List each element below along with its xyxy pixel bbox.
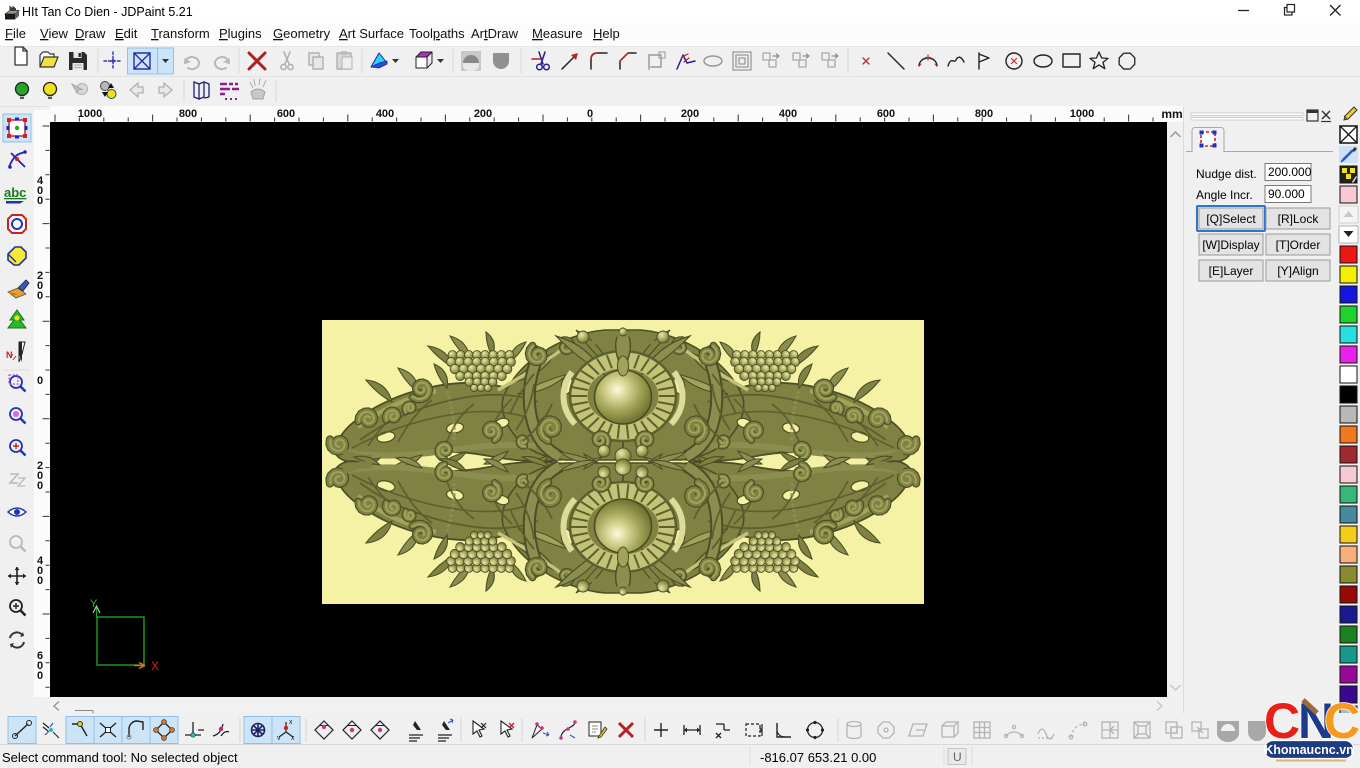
svg-text:[Y]Align: [Y]Align xyxy=(1277,264,1318,278)
svg-text:800: 800 xyxy=(975,108,993,120)
svg-text:0: 0 xyxy=(37,670,43,682)
svg-text:800: 800 xyxy=(179,108,197,120)
svg-text:Select command tool: No select: Select command tool: No selected object xyxy=(2,750,238,765)
svg-text:[R]Lock: [R]Lock xyxy=(1278,212,1320,226)
svg-text:90.000: 90.000 xyxy=(1268,187,1305,201)
svg-text:Help: Help xyxy=(593,26,620,41)
svg-text:Transform: Transform xyxy=(151,26,210,41)
svg-text:400: 400 xyxy=(376,108,394,120)
svg-text:View: View xyxy=(40,26,69,41)
svg-text:Toolpaths: Toolpaths xyxy=(409,26,465,41)
svg-text:X: X xyxy=(151,659,159,673)
svg-text:Geometry: Geometry xyxy=(273,26,331,41)
svg-text:200: 200 xyxy=(681,108,699,120)
svg-text:U: U xyxy=(953,750,962,764)
svg-text:HIt Tan Co Dien - JDPaint 5.21: HIt Tan Co Dien - JDPaint 5.21 xyxy=(22,5,193,19)
svg-text:Plugins: Plugins xyxy=(219,26,262,41)
svg-text:Edit: Edit xyxy=(115,26,138,41)
svg-text:Measure: Measure xyxy=(532,26,583,41)
svg-text:200: 200 xyxy=(474,108,492,120)
svg-text:N: N xyxy=(6,350,13,360)
svg-text:abc: abc xyxy=(4,185,26,200)
svg-text:0: 0 xyxy=(37,195,43,207)
svg-text:[T]Order: [T]Order xyxy=(1276,238,1321,252)
svg-text:Draw: Draw xyxy=(75,26,106,41)
svg-text:-816.07 653.21 0.00: -816.07 653.21 0.00 xyxy=(760,750,876,765)
svg-text:Angle Incr.: Angle Incr. xyxy=(1196,188,1253,202)
svg-text:ArtDraw: ArtDraw xyxy=(471,26,519,41)
svg-text:x: x xyxy=(291,735,295,742)
svg-text:0: 0 xyxy=(37,290,43,302)
svg-text:Nudge dist.: Nudge dist. xyxy=(1196,167,1257,181)
svg-text:v: v xyxy=(277,735,281,742)
svg-text:[Q]Select: [Q]Select xyxy=(1206,212,1256,226)
svg-text:600: 600 xyxy=(877,108,895,120)
svg-text:x: x xyxy=(289,719,293,726)
svg-text:0: 0 xyxy=(37,575,43,587)
svg-text:1000: 1000 xyxy=(78,108,102,120)
svg-text:1000: 1000 xyxy=(1070,108,1094,120)
svg-text:Art Surface: Art Surface xyxy=(339,26,404,41)
svg-text:200.000: 200.000 xyxy=(1268,165,1312,179)
svg-text:600: 600 xyxy=(277,108,295,120)
svg-text:0: 0 xyxy=(37,375,43,387)
svg-text:400: 400 xyxy=(779,108,797,120)
svg-text:Khomaucnc.vn: Khomaucnc.vn xyxy=(1264,743,1354,757)
svg-text:0: 0 xyxy=(587,108,593,120)
svg-text:[E]Layer: [E]Layer xyxy=(1209,264,1254,278)
svg-text:mm: mm xyxy=(1161,107,1182,121)
svg-text:[W]Display: [W]Display xyxy=(1202,238,1259,252)
svg-text:0: 0 xyxy=(37,480,43,492)
svg-text:File: File xyxy=(5,26,26,41)
svg-text:Y: Y xyxy=(90,598,98,610)
